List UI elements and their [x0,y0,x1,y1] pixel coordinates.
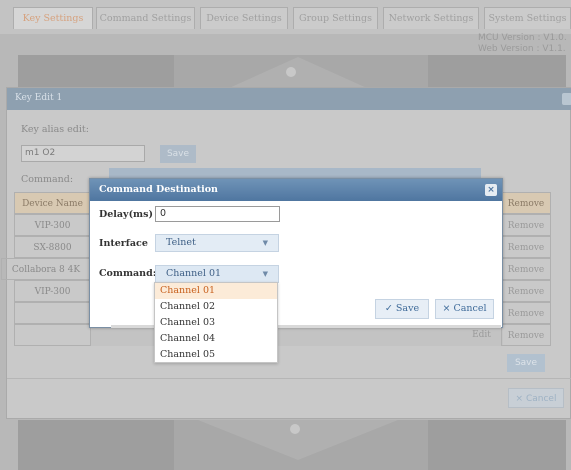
table-row: Collabora 8 4K [1,258,91,280]
device-wing-left-bottom [18,420,174,470]
dest-save-button[interactable]: ✓ Save [375,299,429,319]
key-edit-cancel-button[interactable]: × Cancel [508,388,564,408]
dialog-title: Command Destination [99,184,218,195]
settings-tab-bar: Key Settings Command Settings Device Set… [0,0,571,34]
table-row: SX-8800 [14,236,91,258]
table-row [14,302,91,324]
tab-network-settings[interactable]: Network Settings [383,7,479,29]
command-save-button[interactable]: Save [507,354,545,372]
device-panel-bottom [18,420,566,470]
remove-button[interactable]: Remove [501,324,551,346]
table-row [14,324,91,346]
command-value: Channel 01 [166,268,222,279]
remove-header: Remove [501,192,551,214]
tab-group-settings[interactable]: Group Settings [293,7,378,29]
remove-button[interactable]: Remove [501,236,551,258]
key-edit-header: Key Edit 1 [7,88,571,110]
dropdown-option[interactable]: Channel 01 [155,283,277,299]
device-top-indicator [286,67,296,77]
table-row: VIP-300 [14,214,91,236]
dropdown-option[interactable]: Channel 03 [155,315,277,331]
close-icon[interactable]: × [485,184,497,196]
key-edit-title: Key Edit 1 [15,93,63,103]
command-select-dropdown[interactable]: Channel 01 ▼ [155,265,279,283]
dialog-header: Command Destination × [90,179,502,201]
delay-input[interactable]: 0 [155,206,280,222]
device-wing-right-bottom [428,420,566,470]
dest-command-label: Command: [99,268,157,279]
interface-label: Interface [99,238,148,249]
remove-button[interactable]: Remove [501,214,551,236]
table-row: VIP-300 [14,280,91,302]
alias-input[interactable]: m1 O2 [21,145,145,162]
tab-device-settings[interactable]: Device Settings [200,7,288,29]
key-edit-close-icon[interactable] [562,93,571,105]
dest-cancel-button[interactable]: × Cancel [435,299,494,319]
modal-divider [7,378,571,379]
delay-label: Delay(ms) [99,209,153,220]
device-name-header: Device Name [14,192,91,214]
command-label: Command: [21,174,74,185]
dropdown-option[interactable]: Channel 02 [155,299,277,315]
remove-button[interactable]: Remove [501,302,551,324]
tab-command-settings[interactable]: Command Settings [96,7,195,29]
chevron-down-icon: ▼ [262,270,268,278]
remove-button[interactable]: Remove [501,258,551,280]
command-dropdown-list: Channel 01 Channel 02 Channel 03 Channel… [154,282,278,363]
dropdown-option[interactable]: Channel 04 [155,331,277,347]
device-bottom-indicator [290,424,300,434]
web-version: Web Version : V1.1. [478,44,566,54]
chevron-down-icon: ▼ [262,239,268,247]
interface-select[interactable]: Telnet ▼ [155,234,279,252]
tab-system-settings[interactable]: System Settings [484,7,571,29]
version-info: MCU Version : V1.0. Web Version : V1.1. [478,33,571,55]
alias-save-button[interactable]: Save [160,145,196,163]
remove-button[interactable]: Remove [501,280,551,302]
command-destination-dialog: Command Destination × Delay(ms) 0 Interf… [89,178,503,328]
tab-key-settings[interactable]: Key Settings [13,7,93,29]
mcu-version: MCU Version : V1.0. [478,33,567,43]
alias-label: Key alias edit: [21,124,89,135]
dropdown-option[interactable]: Channel 05 [155,347,277,363]
interface-value: Telnet [166,237,196,248]
